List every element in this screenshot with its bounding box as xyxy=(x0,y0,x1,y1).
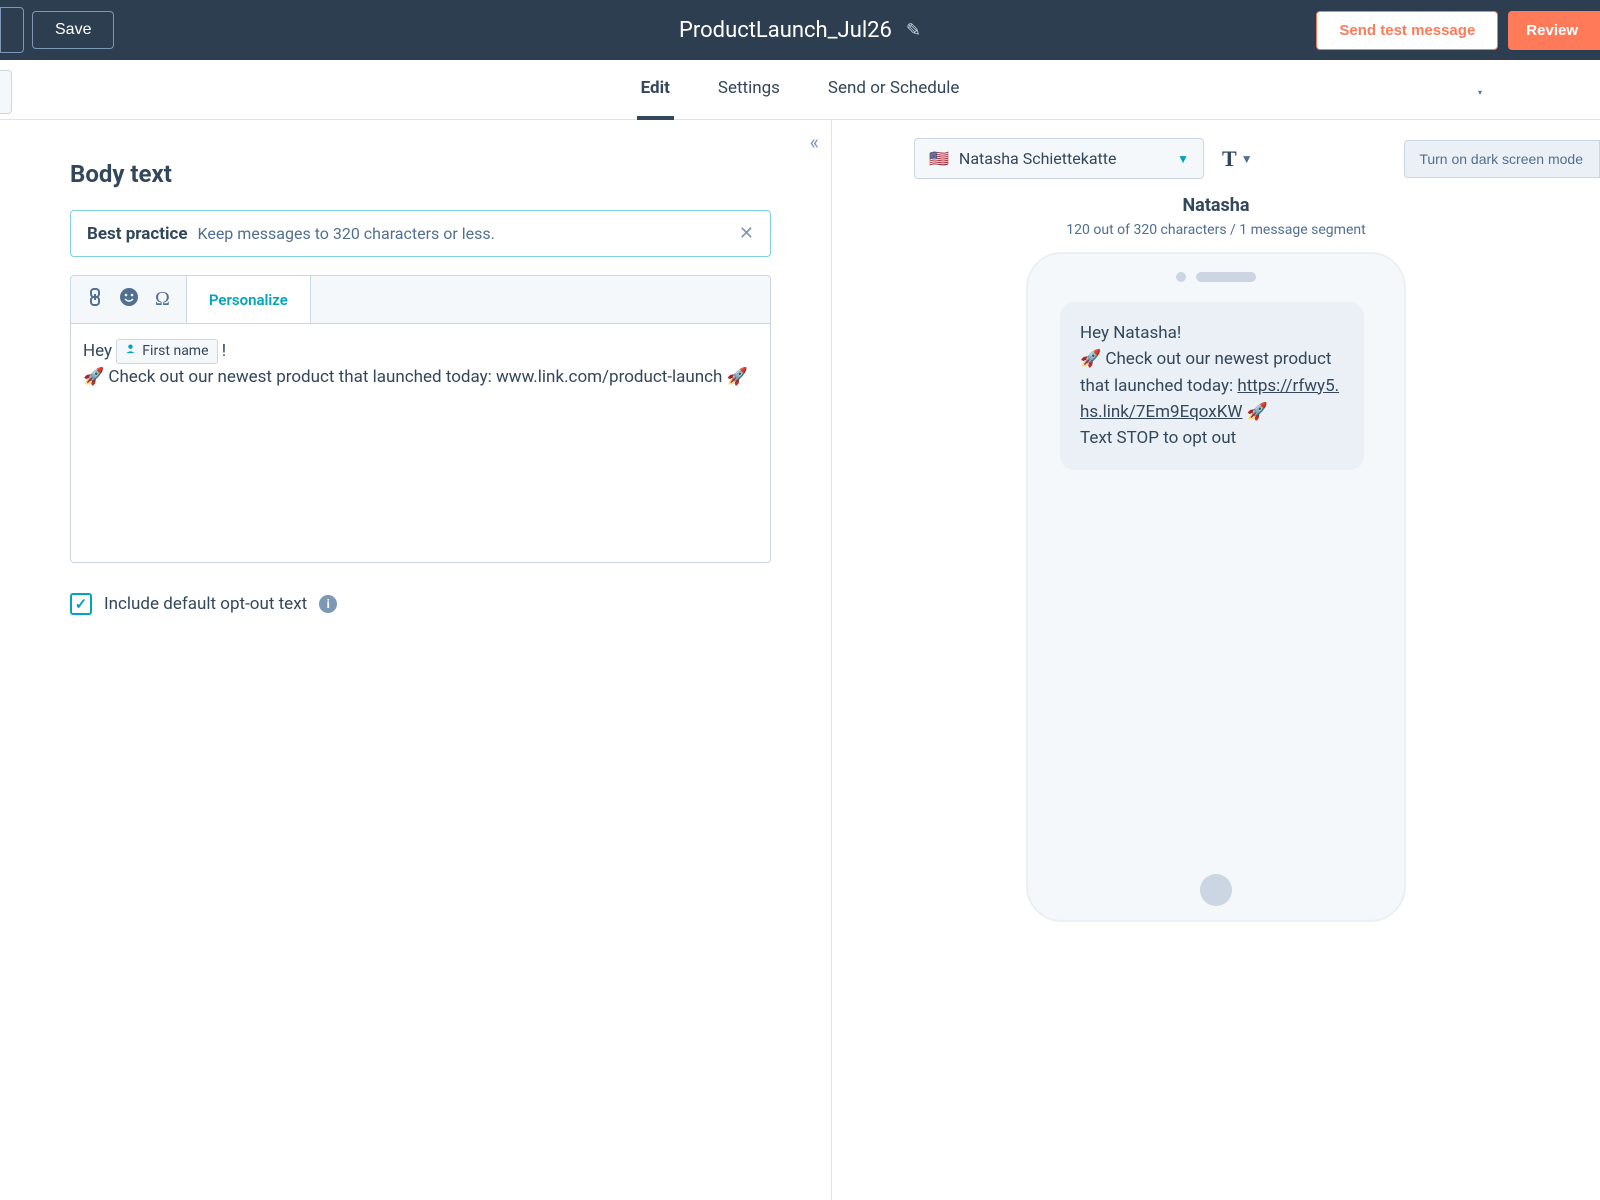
tab-settings[interactable]: Settings xyxy=(714,60,784,120)
best-practice-text: Keep messages to 320 characters or less. xyxy=(198,224,495,243)
first-name-token[interactable]: First name xyxy=(116,339,217,365)
emoji-icon[interactable] xyxy=(119,287,139,312)
phone-mockup: Hey Natasha! 🚀 Check out our newest prod… xyxy=(1026,252,1406,922)
top-bar: Save ProductLaunch_Jul26 ✎ Send test mes… xyxy=(0,0,1600,60)
editor-text-line2: 🚀 Check out our newest product that laun… xyxy=(83,367,748,387)
sms-preview-bubble: Hey Natasha! 🚀 Check out our newest prod… xyxy=(1060,302,1364,470)
token-label: First name xyxy=(142,341,208,363)
info-icon[interactable]: i xyxy=(319,595,337,613)
close-icon[interactable]: ✕ xyxy=(739,223,754,244)
phone-home-icon xyxy=(1200,874,1232,906)
phone-notch xyxy=(1046,272,1386,282)
sms-line2: 🚀 Check out our newest product that laun… xyxy=(1080,346,1344,425)
link-icon[interactable] xyxy=(87,287,103,312)
best-practice-callout: Best practice Keep messages to 320 chara… xyxy=(70,210,771,257)
edit-title-icon[interactable]: ✎ xyxy=(906,20,921,41)
sms-line2-tail: 🚀 xyxy=(1242,402,1267,422)
preview-contact-dropdown[interactable]: 🇺🇸 Natasha Schiettekatte ▼ xyxy=(914,138,1204,179)
character-count: 120 out of 320 characters / 1 message se… xyxy=(1066,222,1365,238)
sms-optout: Text STOP to opt out xyxy=(1080,425,1344,451)
tabs-row: Edit Settings Send or Schedule ▾ xyxy=(0,60,1600,120)
body-text-editor[interactable]: Hey First name ! 🚀 Check out our newest … xyxy=(70,323,771,563)
body-text-heading: Body text xyxy=(70,160,771,188)
dropdown-contact-name: Natasha Schiettekatte xyxy=(959,149,1167,168)
right-caret-icon: ▾ xyxy=(1478,88,1482,97)
chevron-down-icon: ▼ xyxy=(1241,152,1253,166)
preview-pane: 🇺🇸 Natasha Schiettekatte ▼ T ▼ Turn on d… xyxy=(832,120,1600,1200)
tab-send-schedule[interactable]: Send or Schedule xyxy=(824,60,963,120)
left-panel-stub[interactable] xyxy=(0,70,12,114)
omega-icon[interactable]: Ω xyxy=(155,288,170,311)
optout-row: ✓ Include default opt-out text i xyxy=(70,593,771,615)
speaker-dot-icon xyxy=(1176,272,1186,282)
review-button[interactable]: Review xyxy=(1508,11,1600,50)
person-icon xyxy=(125,341,136,361)
collapse-panel-icon[interactable]: « xyxy=(810,130,819,154)
editor-text-prefix: Hey xyxy=(83,341,116,361)
editor-toolbar: Ω Personalize xyxy=(70,275,771,323)
text-size-tool[interactable]: T ▼ xyxy=(1222,146,1253,172)
save-button[interactable]: Save xyxy=(32,11,114,49)
editor-text-after-token: ! xyxy=(218,341,227,361)
speaker-bar-icon xyxy=(1196,272,1256,282)
tab-edit[interactable]: Edit xyxy=(637,60,674,120)
page-title: ProductLaunch_Jul26 xyxy=(679,18,892,43)
send-test-button[interactable]: Send test message xyxy=(1316,11,1498,50)
chevron-down-icon: ▼ xyxy=(1177,152,1189,166)
flag-icon: 🇺🇸 xyxy=(929,149,949,168)
dark-mode-button[interactable]: Turn on dark screen mode xyxy=(1404,140,1600,178)
text-t-icon: T xyxy=(1222,146,1237,172)
sms-line1: Hey Natasha! xyxy=(1080,320,1344,346)
optout-label: Include default opt-out text xyxy=(104,594,307,614)
personalize-button[interactable]: Personalize xyxy=(187,276,311,323)
back-button-stub[interactable] xyxy=(0,7,24,53)
best-practice-label: Best practice xyxy=(87,224,188,244)
editor-pane: « Body text Best practice Keep messages … xyxy=(0,120,832,1200)
optout-checkbox[interactable]: ✓ xyxy=(70,593,92,615)
preview-contact-short: Natasha xyxy=(1182,195,1249,216)
